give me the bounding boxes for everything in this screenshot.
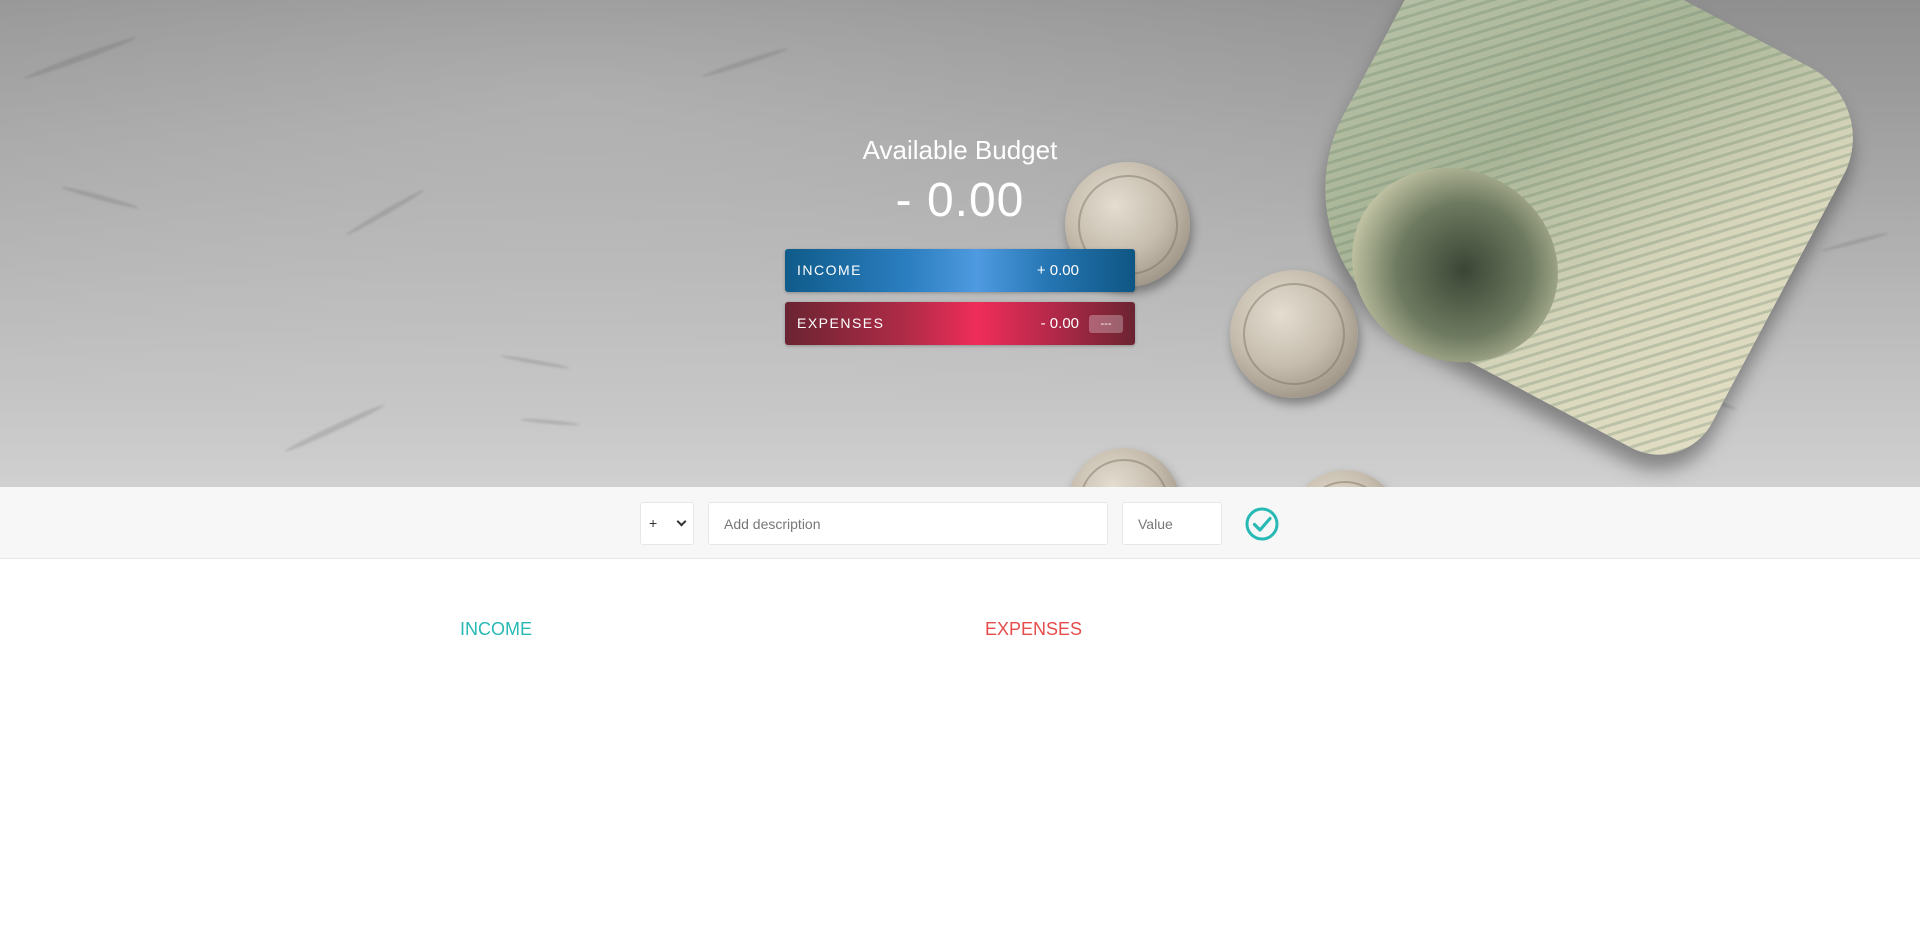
add-type-select[interactable]: + — [640, 502, 694, 545]
marble-texture — [60, 184, 140, 211]
marble-texture — [519, 417, 581, 427]
budget-title: Available Budget — [862, 135, 1058, 165]
marble-texture — [283, 402, 387, 454]
expenses-list-title: EXPENSES — [985, 619, 1083, 639]
add-description-input[interactable] — [708, 502, 1108, 545]
marble-texture — [344, 187, 426, 238]
budget-expenses-value: - 0.00 — [1040, 315, 1079, 332]
add-item-bar: + — [0, 487, 1920, 559]
budget-income-label: INCOME — [797, 262, 862, 278]
chevron-down-icon — [676, 516, 687, 527]
marble-texture — [500, 353, 570, 371]
add-submit-button[interactable] — [1244, 506, 1280, 542]
budget-expenses-summary: EXPENSES - 0.00 --- — [785, 302, 1135, 345]
marble-texture — [1820, 231, 1890, 253]
coin-image — [1290, 470, 1400, 487]
budget-expenses-label: EXPENSES — [797, 315, 885, 331]
check-circle-icon — [1245, 507, 1279, 541]
marble-texture — [22, 34, 138, 82]
income-list — [460, 655, 940, 855]
budget-panel: Available Budget - 0.00 INCOME + 0.00 EX… — [785, 130, 1135, 355]
budget-income-summary: INCOME + 0.00 — [785, 249, 1135, 292]
budget-value: - 0.00 — [895, 174, 1025, 227]
add-value-input[interactable] — [1122, 502, 1222, 545]
coin-image — [1068, 448, 1180, 487]
income-list-title: INCOME — [460, 619, 532, 639]
coin-image — [1230, 270, 1358, 398]
budget-expenses-percentage: --- — [1089, 315, 1123, 333]
marble-texture — [701, 46, 789, 79]
budget-income-value: + 0.00 — [1036, 262, 1079, 279]
budget-header: Available Budget - 0.00 INCOME + 0.00 EX… — [0, 0, 1920, 487]
add-type-selected: + — [649, 515, 658, 531]
expenses-list — [985, 655, 1465, 855]
